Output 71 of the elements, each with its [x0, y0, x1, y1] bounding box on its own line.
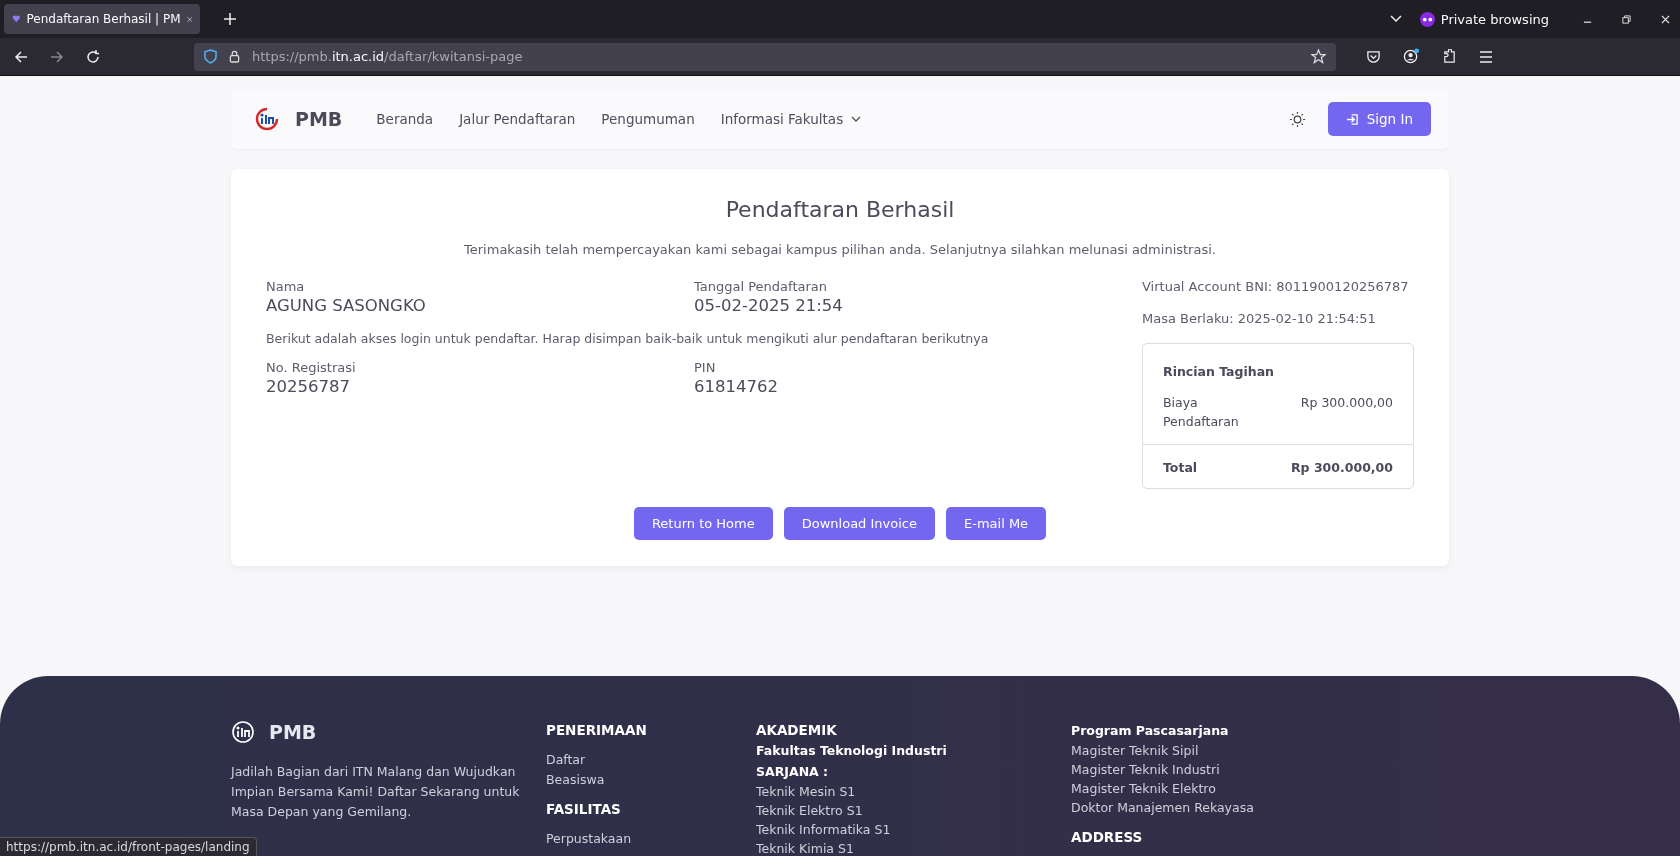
back-icon[interactable]	[14, 49, 28, 64]
invoice-item: Biaya Pendaftaran	[1163, 394, 1240, 432]
valid-until: Masa Berlaku: 2025-02-10 21:54:51	[1142, 311, 1377, 326]
url-text: https://pmb.itn.ac.id/daftar/kwitansi-page	[252, 49, 523, 64]
virtual-account: Virtual Account BNI: 8011900120256787	[1142, 279, 1410, 294]
restore-icon[interactable]	[1622, 14, 1631, 24]
invoice-title: Rincian Tagihan	[1163, 364, 1275, 379]
sun-icon[interactable]	[1288, 110, 1306, 128]
footer-tagline: Jadilah Bagian dari ITN Malang dan Wujudkan Impian Bersama Kami! Daftar Sekarang untuk Masa Depan yang Gemilang.	[231, 763, 521, 821]
footer-link[interactable]: Teknik Elektro S1	[756, 801, 1071, 820]
private-browsing-label: Private browsing	[1440, 11, 1549, 27]
field-value: 05-02-2025 21:54	[694, 296, 844, 315]
status-url: https://pmb.itn.ac.id/front-pages/landing	[0, 837, 257, 856]
new-tab-icon[interactable]	[224, 13, 236, 25]
browser-tab[interactable]: Pendaftaran Berhasil | PM	[4, 4, 200, 34]
action-button[interactable]: Return to Home	[633, 506, 773, 540]
menu-icon[interactable]	[1479, 50, 1493, 63]
brand-name: PMB	[295, 108, 343, 130]
action-button[interactable]: E-mail Me	[946, 506, 1047, 540]
extensions-icon[interactable]	[1442, 49, 1457, 64]
lock-icon	[229, 50, 240, 63]
footer-link[interactable]: Teknik Kimia S1	[756, 839, 1071, 856]
field-label: No. Registrasi	[266, 360, 357, 375]
footer-heading: AKADEMIK	[756, 721, 838, 740]
footer-heading: ADDRESS	[1071, 828, 1144, 847]
footer-link[interactable]: Teknik Informatika S1	[756, 820, 1071, 839]
footer-link[interactable]: Magister Teknik Sipil	[1071, 741, 1254, 760]
login-icon	[1345, 112, 1359, 126]
footer-heading: PENERIMAAN	[546, 721, 648, 740]
footer-link[interactable]: Doktor Manajemen Rekayasa	[1071, 798, 1254, 817]
mask-icon	[1419, 11, 1435, 27]
total-amount: Rp 300.000,00	[1291, 459, 1393, 475]
star-icon[interactable]	[1311, 49, 1326, 64]
field-value: 20256787	[266, 377, 351, 396]
footer-link[interactable]: Teknik Mesin S1	[756, 782, 1071, 801]
field-label: Nama	[266, 279, 306, 294]
nav-link[interactable]: Informasi Fakultas	[720, 111, 862, 127]
pocket-icon[interactable]	[1366, 49, 1381, 64]
action-button[interactable]: Download Invoice	[783, 506, 935, 540]
field-value: AGUNG SASONGKO	[266, 296, 427, 315]
page-title: Pendaftaran Berhasil	[724, 197, 956, 222]
sign-in-button[interactable]: Sign In	[1327, 102, 1431, 136]
address-bar[interactable]: https://pmb.itn.ac.id/daftar/kwitansi-page	[194, 42, 1336, 71]
footer-link[interactable]: Daftar	[546, 750, 756, 770]
logo-icon	[255, 107, 279, 131]
footer-link[interactable]: Perpustakaan	[546, 829, 756, 849]
logo-icon	[231, 720, 255, 744]
footer-link[interactable]: Magister Teknik Industri	[1071, 760, 1254, 779]
field-label: PIN	[694, 360, 717, 375]
shield-icon	[204, 49, 217, 64]
field-label: Tanggal Pendaftaran	[694, 279, 828, 294]
footer-brand-name: PMB	[269, 721, 317, 743]
total-label: Total	[1163, 459, 1198, 475]
forward-icon[interactable]	[50, 49, 64, 64]
nav-link[interactable]: Beranda	[376, 111, 434, 127]
close-icon[interactable]	[1661, 14, 1670, 24]
field-value: 61814762	[694, 377, 779, 396]
invoice-amount: Rp 300.000,00	[1300, 394, 1393, 412]
footer-subheading: Fakultas Teknologi Industri	[756, 742, 948, 760]
nav-link[interactable]: Jalur Pendaftaran	[459, 111, 576, 127]
footer-subheading: SARJANA :	[756, 763, 830, 781]
footer-link[interactable]: Beasiswa	[546, 769, 756, 789]
login-note: Berikut adalah akses login untuk pendaftar. Harap disimpan baik-baik untuk mengikuti alur pendaftaran berikutnya	[266, 331, 990, 346]
reload-icon[interactable]	[86, 49, 100, 64]
subtitle: Terimakasih telah mempercayakan kami sebagai kampus pilihan anda. Selanjutnya silahkan melunasi administrasi.	[463, 242, 1217, 257]
account-icon[interactable]	[1403, 48, 1420, 65]
footer-subheading: Program Pascasarjana	[1071, 722, 1230, 740]
chevron-down-icon[interactable]	[851, 116, 862, 122]
nav-link[interactable]: Pengumuman	[601, 111, 695, 127]
footer-link[interactable]: Magister Teknik Elektro	[1071, 779, 1254, 798]
footer-heading: FASILITAS	[546, 800, 622, 819]
